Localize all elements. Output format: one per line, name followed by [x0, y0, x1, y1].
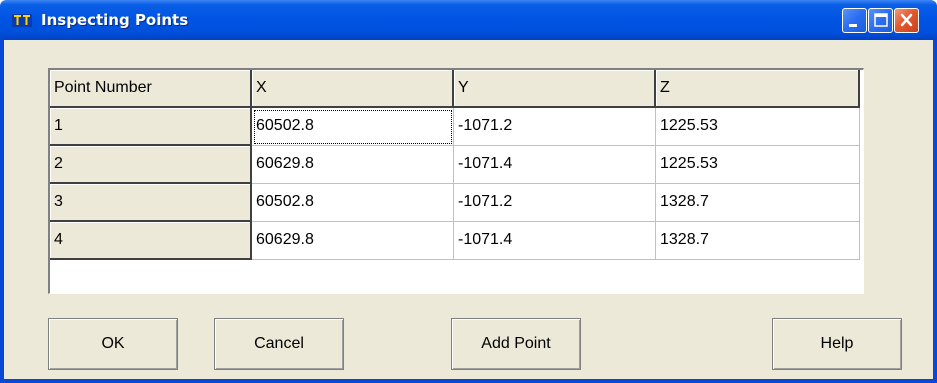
help-button[interactable]: Help	[772, 318, 902, 370]
column-header-x[interactable]: X	[252, 70, 454, 108]
inspecting-points-dialog: Inspecting Points Point Number X Y Z 1 6…	[0, 0, 937, 383]
title-bar[interactable]: Inspecting Points	[0, 0, 937, 40]
grid-cell-y[interactable]: -1071.2	[454, 108, 656, 146]
app-icon	[12, 14, 32, 27]
minimize-icon	[849, 24, 857, 27]
minimize-button[interactable]	[842, 8, 867, 33]
grid-cell-x[interactable]: 60502.8	[252, 108, 454, 146]
ok-button[interactable]: OK	[48, 318, 178, 370]
row-header[interactable]: 1	[50, 108, 252, 146]
grid-cell-x[interactable]: 60629.8	[252, 222, 454, 260]
column-header-y[interactable]: Y	[454, 70, 656, 108]
grid-cell-z[interactable]: 1328.7	[656, 184, 860, 222]
row-header[interactable]: 3	[50, 184, 252, 222]
close-icon	[900, 13, 913, 27]
column-header-point-number[interactable]: Point Number	[50, 70, 252, 108]
points-grid[interactable]: Point Number X Y Z 1 60502.8 -1071.2 122…	[48, 68, 864, 294]
window-title: Inspecting Points	[41, 11, 189, 29]
row-header[interactable]: 2	[50, 146, 252, 184]
close-button[interactable]	[894, 8, 919, 33]
maximize-icon	[874, 13, 888, 27]
grid-cell-x[interactable]: 60502.8	[252, 184, 454, 222]
grid-cell-y[interactable]: -1071.2	[454, 184, 656, 222]
grid-cell-z[interactable]: 1225.53	[656, 108, 860, 146]
window-frame-right	[933, 40, 937, 383]
grid-cell-x[interactable]: 60629.8	[252, 146, 454, 184]
cancel-button[interactable]: Cancel	[214, 318, 344, 370]
window-frame-left	[0, 40, 4, 383]
maximize-button[interactable]	[868, 8, 893, 33]
grid-cell-z[interactable]: 1225.53	[656, 146, 860, 184]
grid-cell-y[interactable]: -1071.4	[454, 222, 656, 260]
add-point-button[interactable]: Add Point	[451, 318, 581, 370]
column-header-z[interactable]: Z	[656, 70, 860, 108]
grid-cell-z[interactable]: 1328.7	[656, 222, 860, 260]
grid-cell-y[interactable]: -1071.4	[454, 146, 656, 184]
row-header[interactable]: 4	[50, 222, 252, 260]
window-frame-bottom	[0, 379, 937, 383]
